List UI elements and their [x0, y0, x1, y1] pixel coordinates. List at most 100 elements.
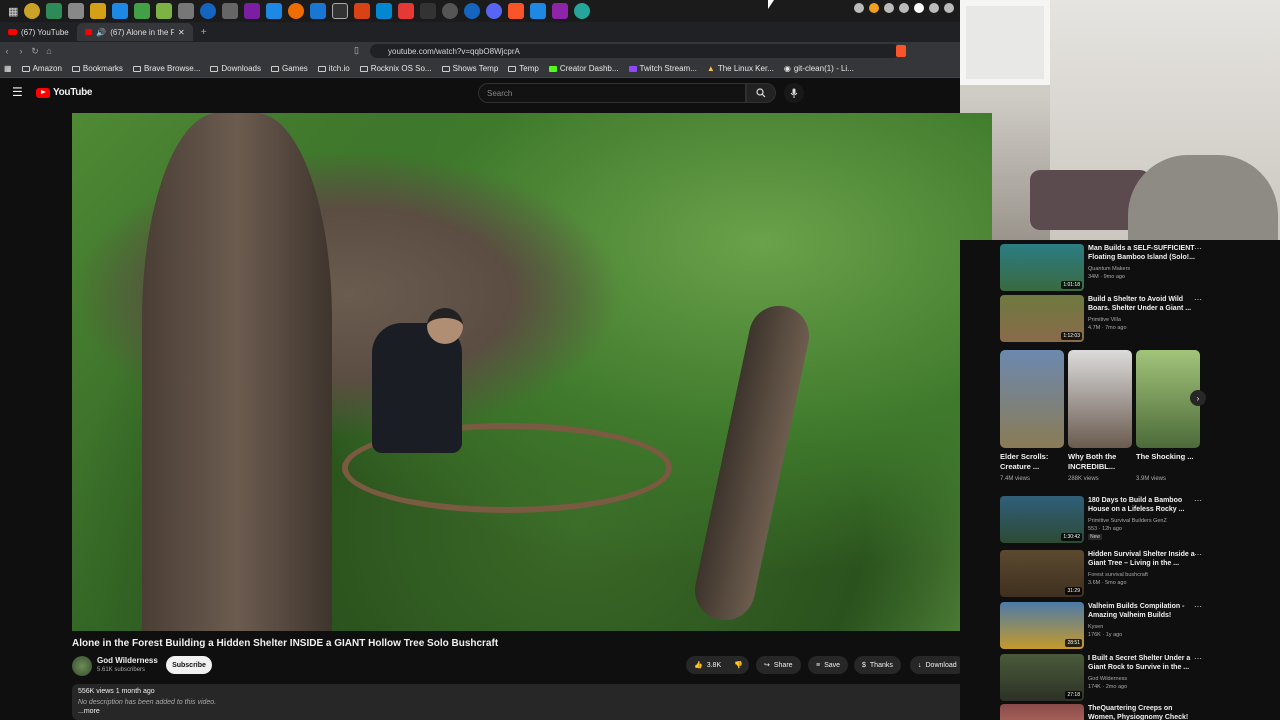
recommended-channel[interactable]: Forest survival bushcraft [1088, 572, 1148, 578]
app-launcher-icon[interactable] [310, 3, 327, 19]
recommended-video[interactable]: 1:01:18 Man Builds a SELF-SUFFICIENT Flo… [1000, 240, 1204, 291]
more-options-icon[interactable]: ⋯ [1194, 550, 1202, 559]
dislike-button[interactable]: 👎 [728, 656, 749, 674]
subscribe-button[interactable]: Subscribe [166, 656, 212, 674]
hamburger-menu-icon[interactable]: ☰ [12, 85, 23, 99]
recommended-title[interactable]: Man Builds a SELF-SUFFICIENT Floating Ba… [1088, 244, 1198, 262]
app-launcher-icon[interactable] [530, 3, 547, 19]
app-launcher-icon[interactable] [200, 3, 217, 19]
brave-shield-icon[interactable] [896, 45, 906, 57]
recommended-title[interactable]: I Built a Secret Shelter Under a Giant R… [1088, 654, 1198, 672]
recommended-channel[interactable]: Primitive Survival Builders GenZ [1088, 518, 1167, 524]
app-launcher-icon[interactable] [178, 3, 195, 19]
tray-icon[interactable] [914, 3, 924, 13]
forward-icon[interactable]: › [14, 46, 28, 56]
chevron-right-icon[interactable]: › [1190, 390, 1206, 406]
recommended-video[interactable]: 1:12:03 Build a Shelter to Avoid Wild Bo… [1000, 291, 1204, 342]
recommended-channel[interactable]: Primitive Villa [1088, 317, 1121, 323]
show-more-link[interactable]: ...more [78, 708, 984, 715]
bookmark-item[interactable]: Creator Dashb... [548, 64, 619, 73]
bookmark-item[interactable]: Brave Browse... [132, 64, 200, 73]
tray-icon[interactable] [884, 3, 894, 13]
short-title[interactable]: The Shocking ... [1136, 452, 1196, 462]
recommended-channel[interactable]: Quantum Makers [1088, 266, 1130, 272]
save-button[interactable]: ≡ Save [808, 656, 849, 674]
video-thumbnail[interactable]: 1:01:18 [1000, 244, 1084, 291]
app-launcher-icon[interactable] [46, 3, 63, 19]
tray-icon[interactable] [929, 3, 939, 13]
app-launcher-icon[interactable] [134, 3, 151, 19]
app-launcher-icon[interactable] [266, 3, 283, 19]
video-thumbnail[interactable]: 28:51 [1000, 602, 1084, 649]
browser-tab-active[interactable]: 🔊 (67) Alone in the Fore ✕ [76, 23, 193, 41]
app-launcher-icon[interactable] [222, 3, 239, 19]
url-bar[interactable]: youtube.com/watch?v=qqbO8WjcprA [370, 44, 900, 58]
recommended-title[interactable]: Build a Shelter to Avoid Wild Boars. She… [1088, 295, 1198, 313]
recommended-title[interactable]: 180 Days to Build a Bamboo House on a Li… [1088, 496, 1198, 514]
app-launcher-icon[interactable] [486, 3, 503, 19]
thanks-button[interactable]: $ Thanks [854, 656, 901, 674]
video-thumbnail[interactable]: 1:30:42 [1000, 496, 1084, 543]
more-options-icon[interactable]: ⋯ [1194, 295, 1202, 304]
bookmark-item[interactable]: Temp [508, 64, 539, 73]
app-grid-icon[interactable]: ▦ [8, 5, 18, 18]
app-launcher-icon[interactable] [574, 3, 591, 19]
app-launcher-icon[interactable] [464, 3, 481, 19]
search-button[interactable] [746, 83, 776, 103]
more-options-icon[interactable]: ⋯ [1194, 654, 1202, 663]
app-launcher-icon[interactable] [68, 3, 85, 19]
share-button[interactable]: ↪ Share [756, 656, 801, 674]
short-thumbnail[interactable] [1000, 350, 1064, 448]
close-tab-icon[interactable]: ✕ [178, 28, 185, 37]
app-launcher-icon[interactable] [420, 3, 437, 19]
recommended-video[interactable]: 28:51 Valheim Builds Compilation - Amazi… [1000, 598, 1204, 649]
app-launcher-icon[interactable] [288, 3, 305, 19]
more-options-icon[interactable]: ⋯ [1194, 496, 1202, 505]
bookmark-item[interactable]: Rocknix OS So... [359, 64, 432, 73]
short-thumbnail[interactable] [1068, 350, 1132, 448]
voice-search-button[interactable] [784, 83, 804, 103]
home-icon[interactable]: ⌂ [42, 46, 56, 56]
recommended-title[interactable]: Hidden Survival Shelter Inside a Giant T… [1088, 550, 1198, 568]
video-thumbnail[interactable]: 27:18 [1000, 654, 1084, 701]
bookmark-icon[interactable]: ▯ [354, 45, 359, 56]
apps-icon[interactable]: ▦ [4, 64, 12, 73]
recommended-video[interactable]: TheQuartering Creeps on Women, Physiogno… [1000, 700, 1204, 720]
bookmark-item[interactable]: Games [270, 64, 308, 73]
app-launcher-icon[interactable] [24, 3, 41, 19]
app-launcher-icon[interactable] [442, 3, 459, 19]
tray-icon[interactable] [899, 3, 909, 13]
recommended-video[interactable]: 1:30:42 180 Days to Build a Bamboo House… [1000, 492, 1204, 543]
reload-icon[interactable]: ↻ [28, 46, 42, 57]
bookmark-item[interactable]: ◉ git-clean(1) - Li... [784, 64, 854, 73]
youtube-logo[interactable]: YouTube [36, 87, 93, 98]
channel-avatar[interactable] [72, 656, 92, 676]
video-player[interactable] [72, 113, 992, 631]
app-launcher-icon[interactable] [398, 3, 415, 19]
short-title[interactable]: Why Both the INCREDIBL... [1068, 452, 1128, 472]
description-box[interactable]: 556K views 1 month ago No description ha… [72, 684, 990, 720]
app-launcher-icon[interactable] [112, 3, 129, 19]
new-tab-button[interactable]: + [193, 27, 215, 38]
recommended-channel[interactable]: Kysen [1088, 624, 1103, 630]
bookmark-item[interactable]: Amazon [21, 64, 62, 73]
browser-tab[interactable]: (67) YouTube [0, 23, 77, 41]
more-options-icon[interactable]: ⋯ [1194, 244, 1202, 253]
search-input[interactable]: Search [478, 83, 746, 103]
video-thumbnail[interactable]: 1:12:03 [1000, 295, 1084, 342]
recommended-video[interactable]: 31:29 Hidden Survival Shelter Inside a G… [1000, 546, 1204, 597]
video-thumbnail[interactable] [1000, 704, 1084, 720]
bookmark-item[interactable]: Shows Temp [441, 64, 498, 73]
brave-icon[interactable] [508, 3, 525, 19]
bookmark-item[interactable]: ▲ The Linux Ker... [707, 64, 774, 73]
app-launcher-icon[interactable] [552, 3, 569, 19]
bookmark-item[interactable]: itch.io [317, 64, 350, 73]
tray-icon[interactable] [944, 3, 954, 13]
bookmark-item[interactable]: Twitch Stream... [628, 64, 697, 73]
app-launcher-icon[interactable] [354, 3, 371, 19]
tray-icon[interactable] [854, 3, 864, 13]
recommended-title[interactable]: Valheim Builds Compilation - Amazing Val… [1088, 602, 1198, 620]
recommended-channel[interactable]: God Wilderness [1088, 676, 1127, 682]
recommended-video[interactable]: 27:18 I Built a Secret Shelter Under a G… [1000, 650, 1204, 701]
download-button[interactable]: ↓ Download [910, 656, 965, 674]
